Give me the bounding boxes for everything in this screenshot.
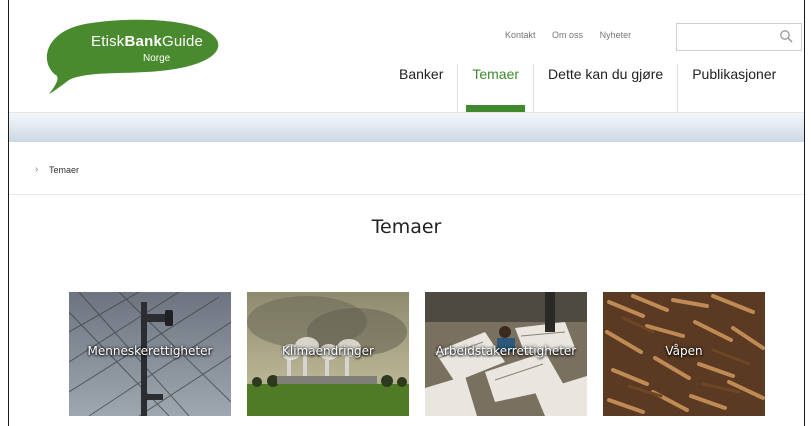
breadcrumb: › Temaer [9,142,804,195]
active-nav-indicator [466,105,526,119]
logo-subtitle: Norge [143,53,171,64]
nav-temaer[interactable]: Temaer [457,64,533,119]
link-om-oss[interactable]: Om oss [552,30,583,40]
site-header: EtiskBankGuide Norge Kontakt Om oss Nyhe… [9,0,804,119]
page-frame: EtiskBankGuide Norge Kontakt Om oss Nyhe… [8,0,805,426]
hero-band [9,112,804,143]
logo-leaf-shape [46,19,219,95]
main-nav: Banker Temaer Dette kan du gjøre Publika… [385,64,790,119]
theme-tiles: Menneskerettigheter Klimaendringer Arbei… [69,292,769,426]
nav-banker[interactable]: Banker [385,64,457,112]
tile-label: Våpen [665,344,703,358]
tile-menneskerettigheter[interactable]: Menneskerettigheter [69,292,231,416]
nav-temaer-label: Temaer [472,66,520,82]
tile-klimaendringer[interactable]: Klimaendringer [247,292,409,416]
link-kontakt[interactable]: Kontakt [505,30,536,40]
page-title: Temaer [371,216,442,238]
link-nyheter[interactable]: Nyheter [600,30,632,40]
chevron-right-icon: › [35,164,39,175]
tile-label: Menneskerettigheter [87,344,213,358]
tile-label: Klimaendringer [282,344,374,358]
nav-dette-kan-du-gjore[interactable]: Dette kan du gjøre [533,64,677,112]
search-input[interactable] [676,23,802,51]
utility-links: Kontakt Om oss Nyheter [505,30,645,40]
site-logo[interactable]: EtiskBankGuide Norge [35,14,225,95]
tile-arbeidstakerrettigheter[interactable]: Arbeidstakerrettigheter [425,292,587,416]
tile-vapen[interactable]: Våpen [603,292,765,416]
breadcrumb-current[interactable]: Temaer [49,165,79,175]
logo-text: EtiskBankGuide [91,33,204,50]
nav-publikasjoner[interactable]: Publikasjoner [677,64,790,112]
tile-label: Arbeidstakerrettigheter [435,344,577,358]
search-icon[interactable] [779,29,793,43]
